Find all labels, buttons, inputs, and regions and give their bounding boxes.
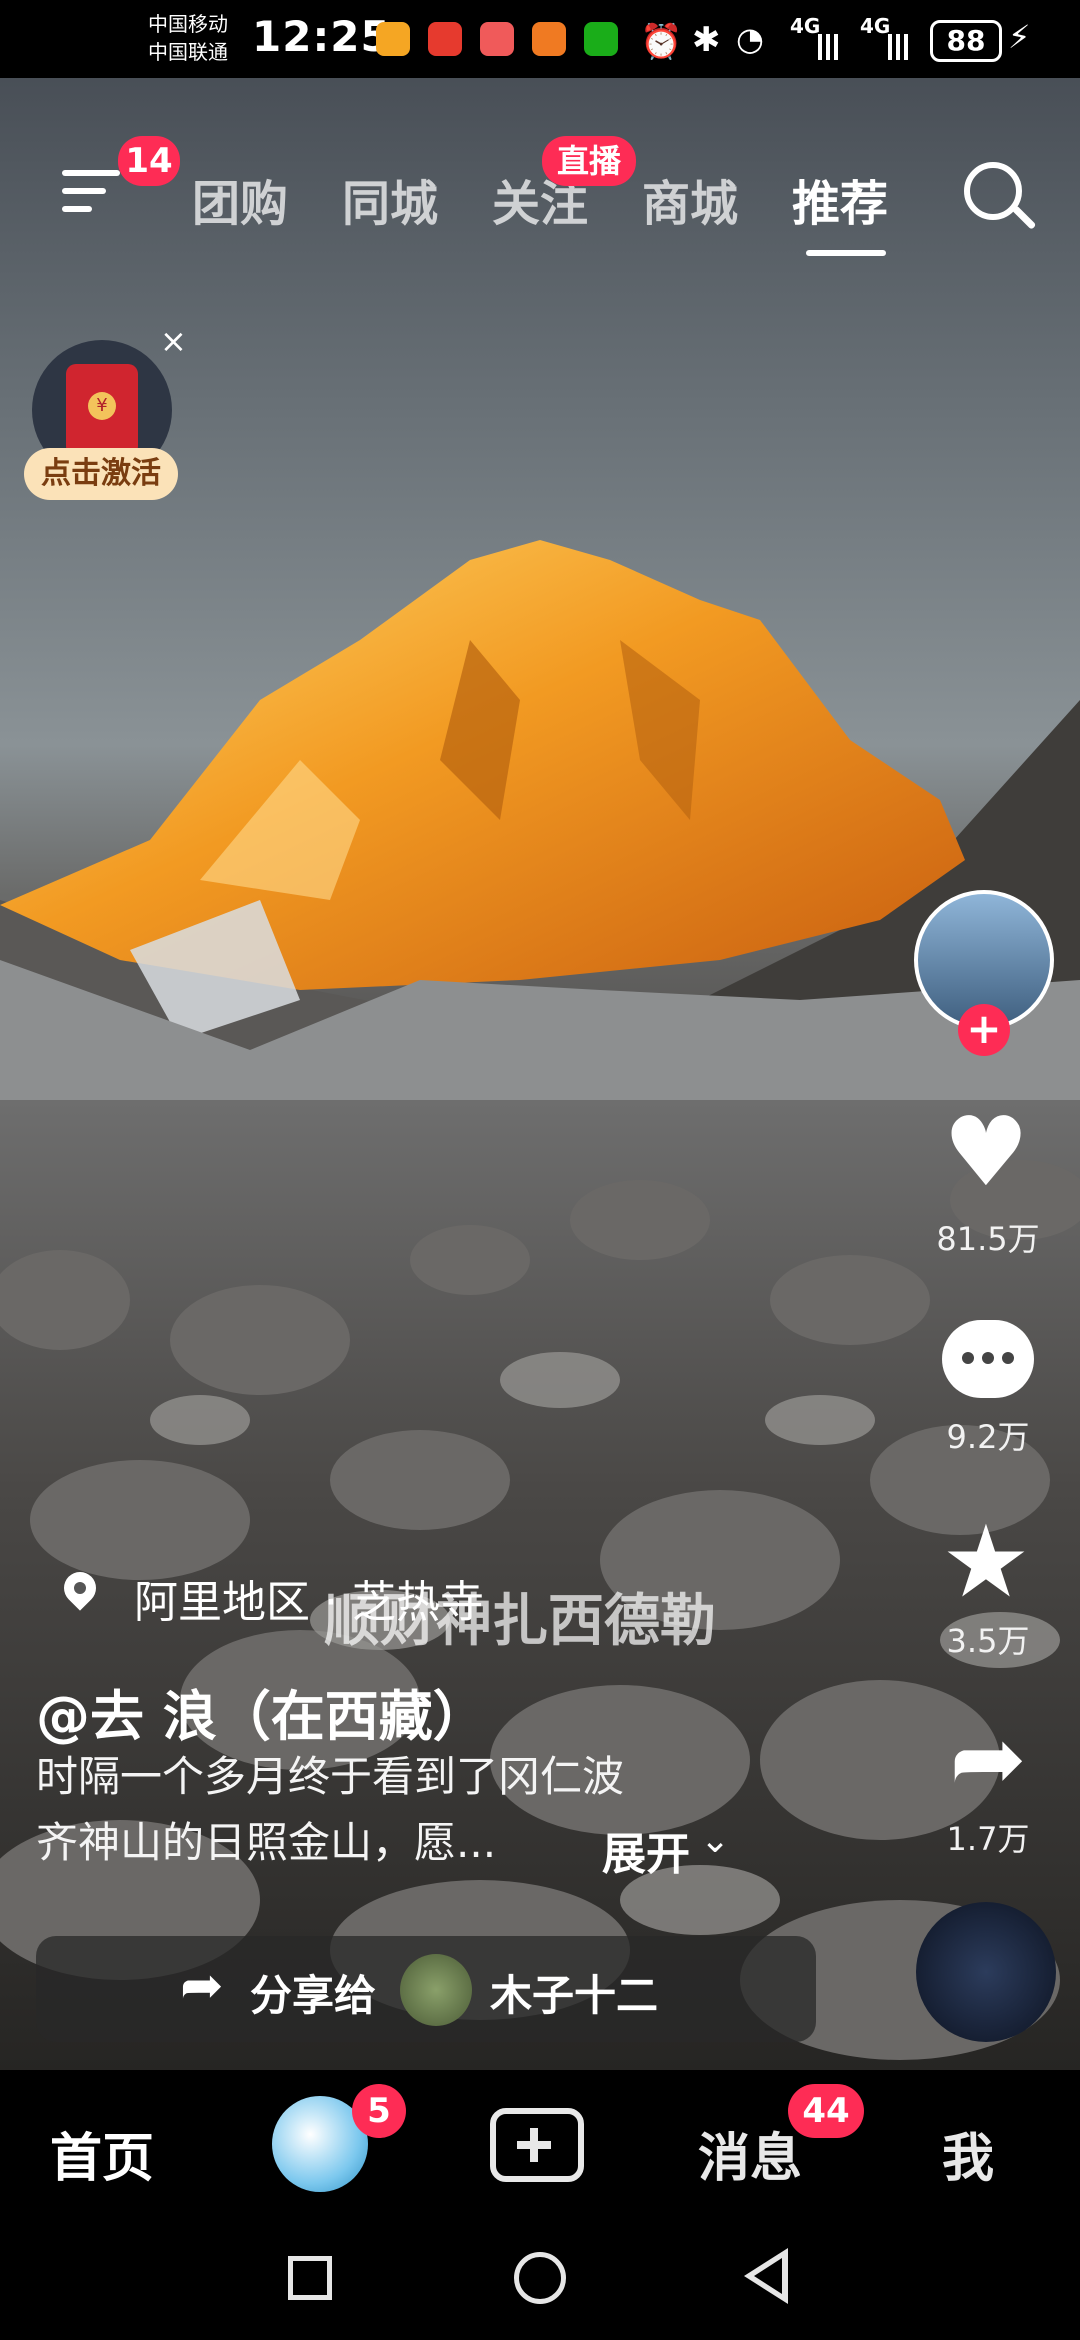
system-nav-bar: [0, 2220, 1080, 2340]
battery-indicator: 88: [930, 20, 1002, 62]
app-notification-icon: [376, 22, 410, 56]
nav-messages[interactable]: 消息: [698, 2116, 802, 2191]
friend-name: 木子十二: [490, 1971, 659, 2020]
expand-button[interactable]: 展开: [602, 1818, 690, 1882]
messages-badge: 44: [788, 2084, 864, 2138]
signal-icon-1: [818, 34, 838, 60]
chevron-down-icon[interactable]: ⌄: [700, 1820, 730, 1861]
tab-nearby[interactable]: 同城: [342, 164, 438, 234]
comment-icon[interactable]: [942, 1320, 1034, 1398]
menu-button[interactable]: [62, 166, 120, 218]
like-heart-icon[interactable]: ♥: [936, 1104, 1036, 1200]
signal-icon-2: [888, 34, 908, 60]
active-tab-indicator: [806, 250, 886, 256]
author-name[interactable]: @去 浪（在西藏）: [36, 1672, 487, 1751]
description-line-1: 时隔一个多月终于看到了冈仁波: [36, 1752, 625, 1801]
video-overlay-caption: 顺财神扎西德勒: [324, 1589, 716, 1654]
friend-avatar: [400, 1954, 472, 2026]
tab-mall[interactable]: 商城: [642, 164, 738, 234]
share-arrow-icon[interactable]: ➦: [938, 1713, 1038, 1805]
search-icon[interactable]: [964, 162, 1037, 234]
friends-badge: 5: [352, 2084, 406, 2138]
network-type-2: 4G: [860, 14, 891, 38]
carrier-1: 中国移动: [148, 12, 228, 36]
red-packet-icon: ¥: [66, 364, 138, 456]
tab-recommend[interactable]: 推荐: [792, 164, 888, 234]
clock: 12:25: [252, 12, 391, 61]
menu-notification-badge: 14: [118, 136, 180, 186]
network-type-1: 4G: [790, 14, 821, 38]
comment-count: 9.2万: [946, 1418, 1030, 1456]
wechat-icon: [584, 22, 618, 56]
wifi-icon: ◔: [736, 20, 764, 58]
status-bar: 中国移动 中国联通 12:25 ⏰ ✱ ◔ 4G 4G 88 ⚡: [0, 0, 1080, 78]
bluetooth-icon: ✱: [692, 20, 721, 60]
create-post-button[interactable]: [490, 2108, 584, 2182]
like-count: 81.5万: [936, 1220, 1040, 1258]
description-line-2: 齐神山的日照金山，愿...: [36, 1818, 497, 1867]
share-to-label: 分享给: [250, 1971, 377, 2020]
nav-me[interactable]: 我: [942, 2116, 994, 2191]
alarm-icon: ⏰: [640, 22, 683, 62]
share-count: 1.7万: [946, 1820, 1030, 1858]
favorite-star-icon[interactable]: ★: [934, 1512, 1038, 1616]
follow-plus-button[interactable]: +: [958, 1004, 1010, 1056]
activate-button[interactable]: 点击激活: [24, 448, 178, 500]
bottom-nav: 首页 5 消息 44 我: [0, 2070, 1080, 2220]
carrier-2: 中国联通: [148, 40, 228, 64]
charging-icon: ⚡: [1008, 18, 1031, 56]
app-notification-icon-3: [532, 22, 566, 56]
app-notification-icon-2: [480, 22, 514, 56]
red-packet-close-button[interactable]: ×: [160, 322, 187, 360]
share-small-icon: ➦: [180, 1956, 224, 2016]
home-circle-icon[interactable]: [514, 2252, 566, 2304]
favorite-count: 3.5万: [946, 1622, 1030, 1660]
live-badge: 直播: [542, 136, 636, 186]
recents-square-icon[interactable]: [288, 2256, 332, 2300]
toutiao-icon: [428, 22, 462, 56]
nav-home[interactable]: 首页: [50, 2116, 154, 2191]
music-disc[interactable]: [916, 1902, 1056, 2042]
location-pin-icon: [57, 1565, 103, 1620]
tab-group-buy[interactable]: 团购: [192, 164, 288, 234]
